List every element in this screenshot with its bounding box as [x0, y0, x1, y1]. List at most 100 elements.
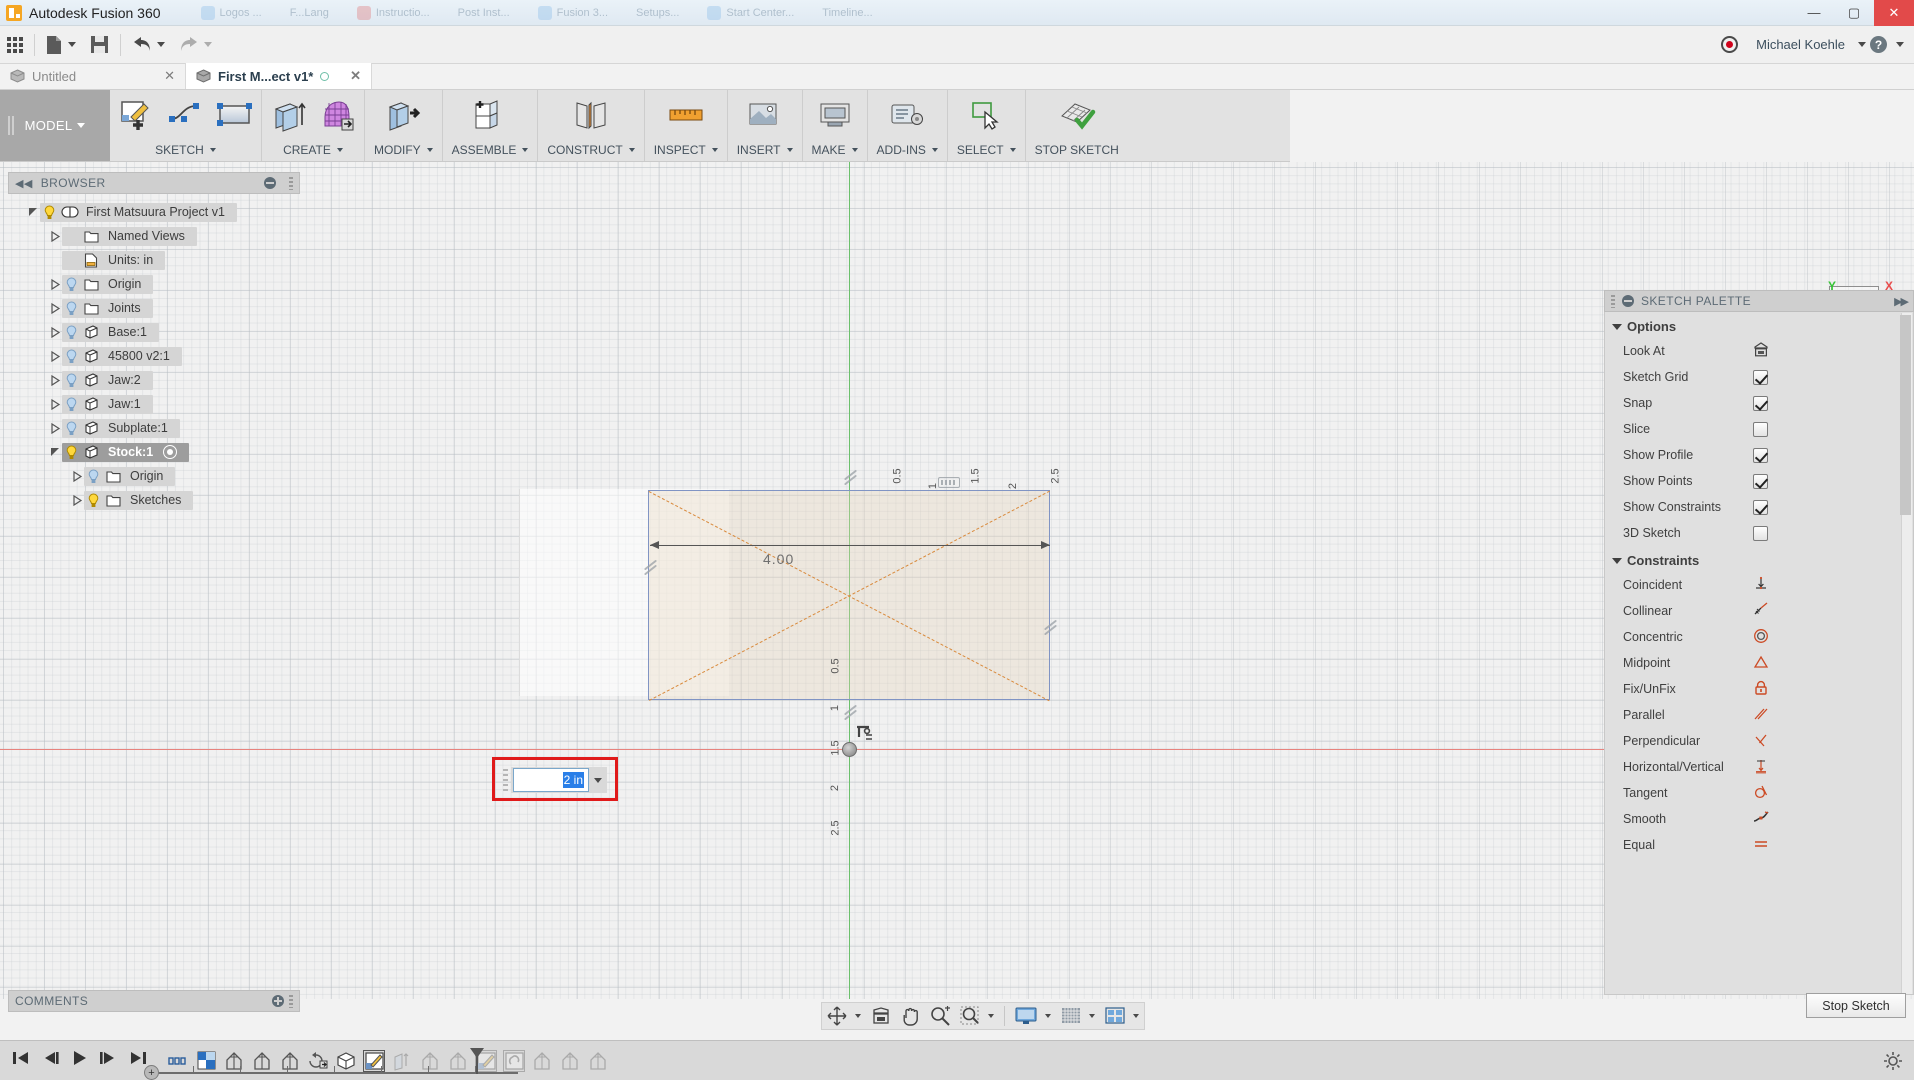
visibility-bulb-icon[interactable]	[62, 300, 80, 316]
expand-toggle-icon[interactable]	[70, 469, 84, 483]
timeline-feature-params-0[interactable]	[167, 1050, 189, 1072]
expand-toggle-icon[interactable]	[48, 229, 62, 243]
equal-icon[interactable]	[1753, 836, 1769, 855]
look-at-icon[interactable]	[866, 1003, 896, 1029]
expand-toggle-icon[interactable]	[48, 421, 62, 435]
perpendicular-icon[interactable]	[1753, 732, 1769, 751]
expand-toggle-icon[interactable]	[70, 493, 84, 507]
play-icon[interactable]	[72, 1050, 87, 1071]
timeline-feature-joint-4[interactable]	[279, 1050, 301, 1072]
palette-row-horizontal-vertical[interactable]: Horizontal/Vertical	[1605, 754, 1913, 780]
minimize-icon[interactable]	[1622, 295, 1634, 307]
close-icon[interactable]: ✕	[350, 68, 361, 84]
palette-row-3d-sketch[interactable]: 3D Sketch	[1605, 520, 1913, 546]
expand-toggle-icon[interactable]	[48, 397, 62, 411]
undo-icon[interactable]	[125, 30, 172, 60]
insert-mcmaster-icon[interactable]	[740, 91, 789, 139]
visibility-bulb-icon[interactable]	[40, 204, 58, 220]
visibility-bulb-icon[interactable]	[84, 468, 102, 484]
timeline-feature-insert-5[interactable]	[307, 1050, 329, 1072]
palette-row-smooth[interactable]: Smooth	[1605, 806, 1913, 832]
app-grid-icon[interactable]	[0, 30, 30, 60]
browser-item-base-1[interactable]: Base:1	[8, 320, 300, 344]
palette-row-sketch-grid[interactable]: Sketch Grid	[1605, 364, 1913, 390]
display-settings-icon[interactable]	[1010, 1003, 1056, 1029]
activate-component-icon[interactable]	[163, 445, 178, 459]
expand-toggle-icon[interactable]	[48, 277, 62, 291]
measure-icon[interactable]	[661, 91, 710, 139]
step-back-icon[interactable]	[42, 1050, 59, 1071]
dimension-input-field[interactable]: 2 in	[513, 768, 589, 792]
expand-toggle-icon[interactable]	[26, 205, 40, 219]
palette-row-slice[interactable]: Slice	[1605, 416, 1913, 442]
ribbon-group-label-addins[interactable]: ADD-INS	[868, 139, 947, 161]
stop-sketch-button[interactable]: Stop Sketch	[1806, 993, 1906, 1018]
checkbox-show-points[interactable]	[1753, 473, 1768, 489]
visibility-bulb-icon[interactable]	[84, 492, 102, 508]
spline-icon[interactable]	[161, 91, 210, 139]
ribbon-group-label-sketch[interactable]: SKETCH	[110, 139, 261, 161]
palette-row-show-constraints[interactable]: Show Constraints	[1605, 494, 1913, 520]
browser-item-sketches[interactable]: Sketches	[8, 488, 300, 512]
constraint-glyph-top[interactable]	[843, 469, 858, 486]
help-icon[interactable]: ?	[1870, 36, 1887, 53]
smooth-icon[interactable]	[1753, 810, 1769, 829]
palette-row-fix-unfix[interactable]: Fix/UnFix	[1605, 676, 1913, 702]
ribbon-group-label-create[interactable]: CREATE	[262, 139, 364, 161]
palette-row-collinear[interactable]: Collinear	[1605, 598, 1913, 624]
workspace-selector[interactable]: MODEL	[0, 90, 110, 161]
select-icon[interactable]	[962, 91, 1011, 139]
offset-plane-icon[interactable]	[567, 91, 616, 139]
chevron-down-icon[interactable]	[1858, 42, 1866, 47]
checkbox-snap[interactable]	[1753, 395, 1768, 411]
ribbon-group-label-assemble[interactable]: ASSEMBLE	[443, 139, 538, 161]
palette-row-snap[interactable]: Snap	[1605, 390, 1913, 416]
visibility-bulb-icon[interactable]	[62, 420, 80, 436]
ribbon-group-label-inspect[interactable]: INSPECT	[645, 139, 727, 161]
minimize-button[interactable]: —	[1794, 0, 1834, 26]
maximize-button[interactable]: ▢	[1834, 0, 1874, 26]
width-dimension-line[interactable]	[650, 541, 1050, 549]
zoom-window-icon[interactable]	[955, 1003, 999, 1029]
user-menu[interactable]: Michael Koehle	[1756, 37, 1845, 52]
palette-row-show-profile[interactable]: Show Profile	[1605, 442, 1913, 468]
expand-toggle-icon[interactable]	[48, 253, 62, 267]
timeline-feature-joint-15[interactable]	[587, 1050, 609, 1072]
look-at-icon[interactable]	[1753, 341, 1769, 361]
browser-item-named-views[interactable]: Named Views	[8, 224, 300, 248]
zoom-icon[interactable]	[925, 1003, 955, 1029]
comments-panel-header[interactable]: COMMENTS	[8, 990, 300, 1012]
visibility-bulb-icon[interactable]	[62, 444, 80, 460]
timeline-feature-extrude-8[interactable]	[391, 1050, 413, 1072]
browser-item-subplate-1[interactable]: Subplate:1	[8, 416, 300, 440]
palette-row-parallel[interactable]: Parallel	[1605, 702, 1913, 728]
checkbox-show-constraints[interactable]	[1753, 499, 1768, 515]
palette-row-concentric[interactable]: Concentric	[1605, 624, 1913, 650]
browser-item-jaw-2[interactable]: Jaw:2	[8, 368, 300, 392]
expand-toggle-icon[interactable]	[48, 349, 62, 363]
pan-icon[interactable]	[896, 1003, 925, 1029]
concentric-icon[interactable]	[1753, 628, 1769, 647]
resize-grip[interactable]	[289, 994, 293, 1008]
grid-snaps-icon[interactable]	[1056, 1003, 1100, 1029]
palette-row-show-points[interactable]: Show Points	[1605, 468, 1913, 494]
drag-handle[interactable]	[503, 769, 508, 793]
redo-icon[interactable]	[172, 30, 219, 60]
visibility-bulb-icon[interactable]	[62, 372, 80, 388]
ribbon-group-label-insert[interactable]: INSERT	[728, 139, 802, 161]
browser-item-joints[interactable]: Joints	[8, 296, 300, 320]
palette-row-equal[interactable]: Equal	[1605, 832, 1913, 858]
timeline-feature-joint-13[interactable]	[531, 1050, 553, 1072]
tangent-icon[interactable]	[1753, 784, 1769, 803]
scripts-addins-icon[interactable]	[883, 91, 932, 139]
ribbon-group-label-construct[interactable]: CONSTRUCT	[538, 139, 643, 161]
coincident-icon[interactable]	[1753, 576, 1769, 595]
browser-item-stock-1[interactable]: Stock:1	[8, 440, 300, 464]
stop-sketch-icon[interactable]	[1052, 91, 1101, 139]
palette-row-coincident[interactable]: Coincident	[1605, 572, 1913, 598]
checkbox-sketch-grid[interactable]	[1753, 369, 1768, 385]
constraint-glyph-left[interactable]	[643, 559, 658, 576]
doc-tab-first-matsuura[interactable]: First M...ect v1* ✕	[186, 63, 372, 89]
visibility-bulb-icon[interactable]	[62, 396, 80, 412]
minimize-icon[interactable]	[264, 177, 276, 189]
